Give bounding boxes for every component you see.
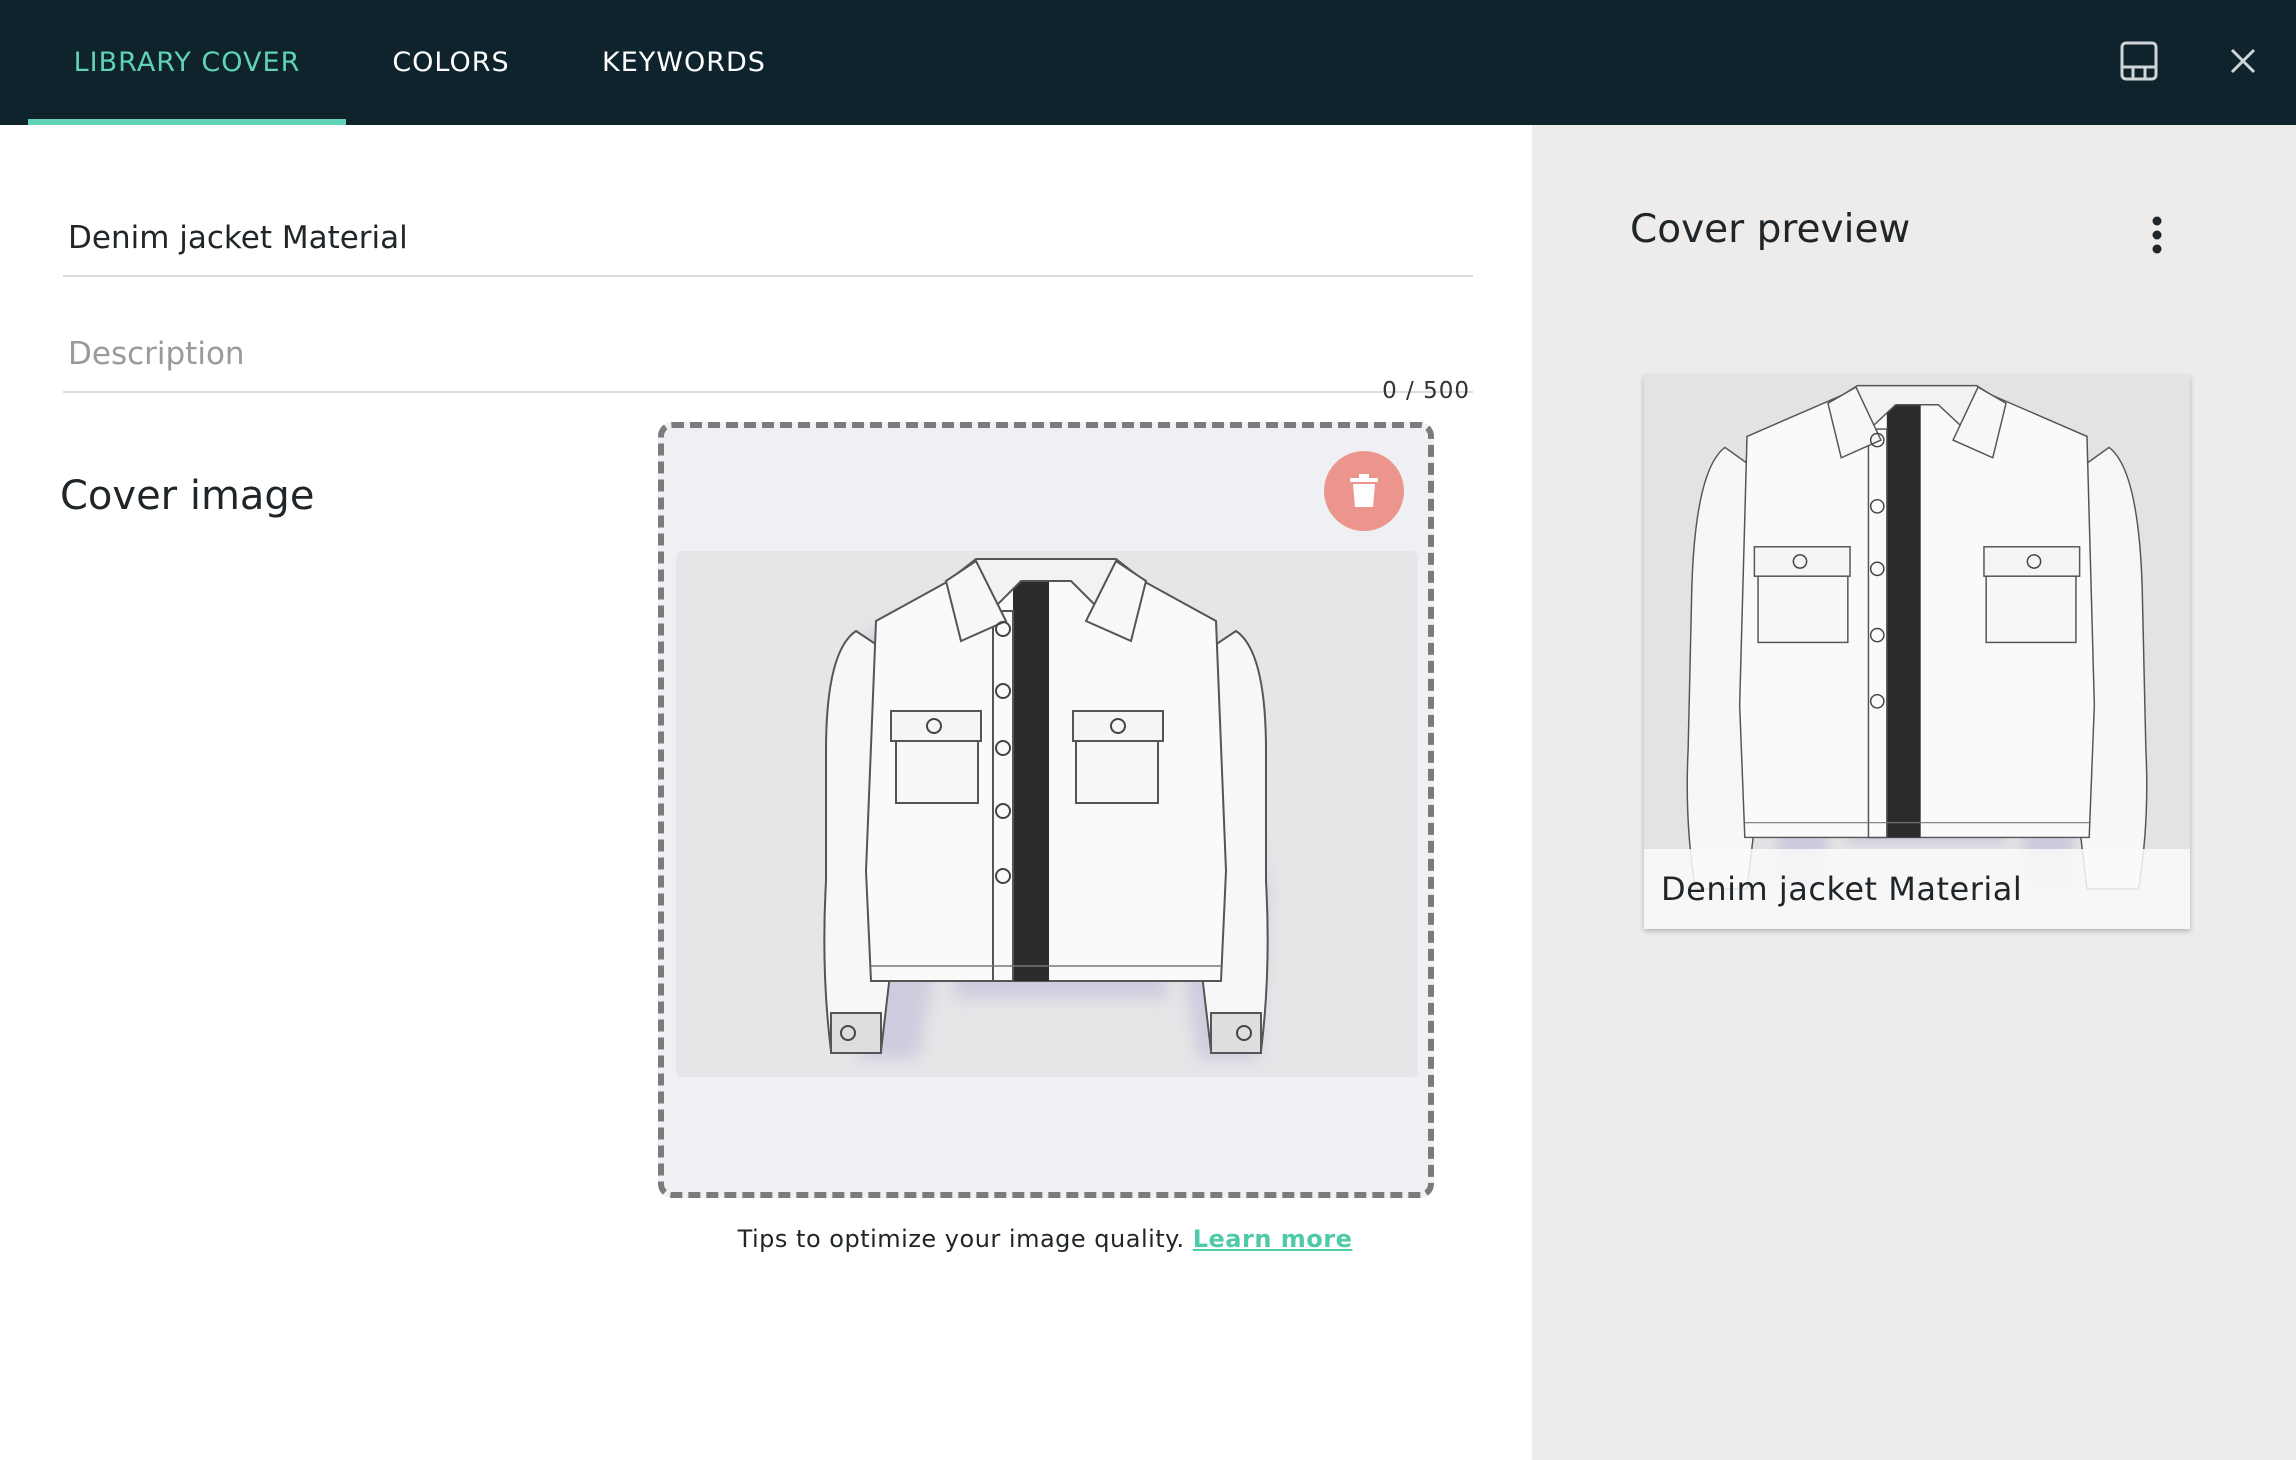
main-panel: 0 / 500 Cover image — [0, 125, 1532, 1460]
cover-preview-card[interactable]: Denim jacket Material — [1644, 375, 2190, 929]
description-input[interactable] — [63, 317, 1473, 391]
kebab-menu-icon[interactable] — [2137, 213, 2177, 259]
delete-image-button[interactable] — [1324, 451, 1404, 531]
jacket-image — [1686, 384, 2148, 890]
tips-text: Tips to optimize your image quality. — [737, 1225, 1185, 1253]
cover-image — [676, 551, 1418, 1077]
tab-label: COLORS — [392, 47, 510, 78]
tab-label: KEYWORDS — [602, 47, 766, 78]
top-bar: LIBRARY COVER COLORS KEYWORDS — [0, 0, 2296, 125]
close-icon[interactable] — [2222, 40, 2264, 82]
card-caption: Denim jacket Material — [1644, 849, 2190, 929]
cover-image-dropzone[interactable] — [658, 422, 1434, 1198]
cover-image-heading: Cover image — [60, 473, 315, 519]
tab-library-cover[interactable]: LIBRARY COVER — [28, 0, 346, 125]
image-tips: Tips to optimize your image quality. Lea… — [700, 1225, 1390, 1253]
jacket-image — [823, 558, 1269, 1059]
preview-panel: Cover preview Denim jacket Material — [1532, 125, 2296, 1460]
tab-label: LIBRARY COVER — [73, 47, 301, 78]
trash-icon — [1350, 474, 1378, 507]
name-field[interactable] — [63, 201, 1473, 277]
learn-more-link[interactable]: Learn more — [1193, 1225, 1353, 1253]
layout-panel-icon[interactable] — [2118, 40, 2160, 82]
name-input[interactable] — [63, 201, 1473, 275]
tab-keywords[interactable]: KEYWORDS — [584, 0, 784, 125]
preview-title: Cover preview — [1630, 207, 1911, 252]
character-counter: 0 / 500 — [1382, 378, 1470, 404]
tab-colors[interactable]: COLORS — [366, 0, 536, 125]
description-field[interactable] — [63, 317, 1473, 393]
